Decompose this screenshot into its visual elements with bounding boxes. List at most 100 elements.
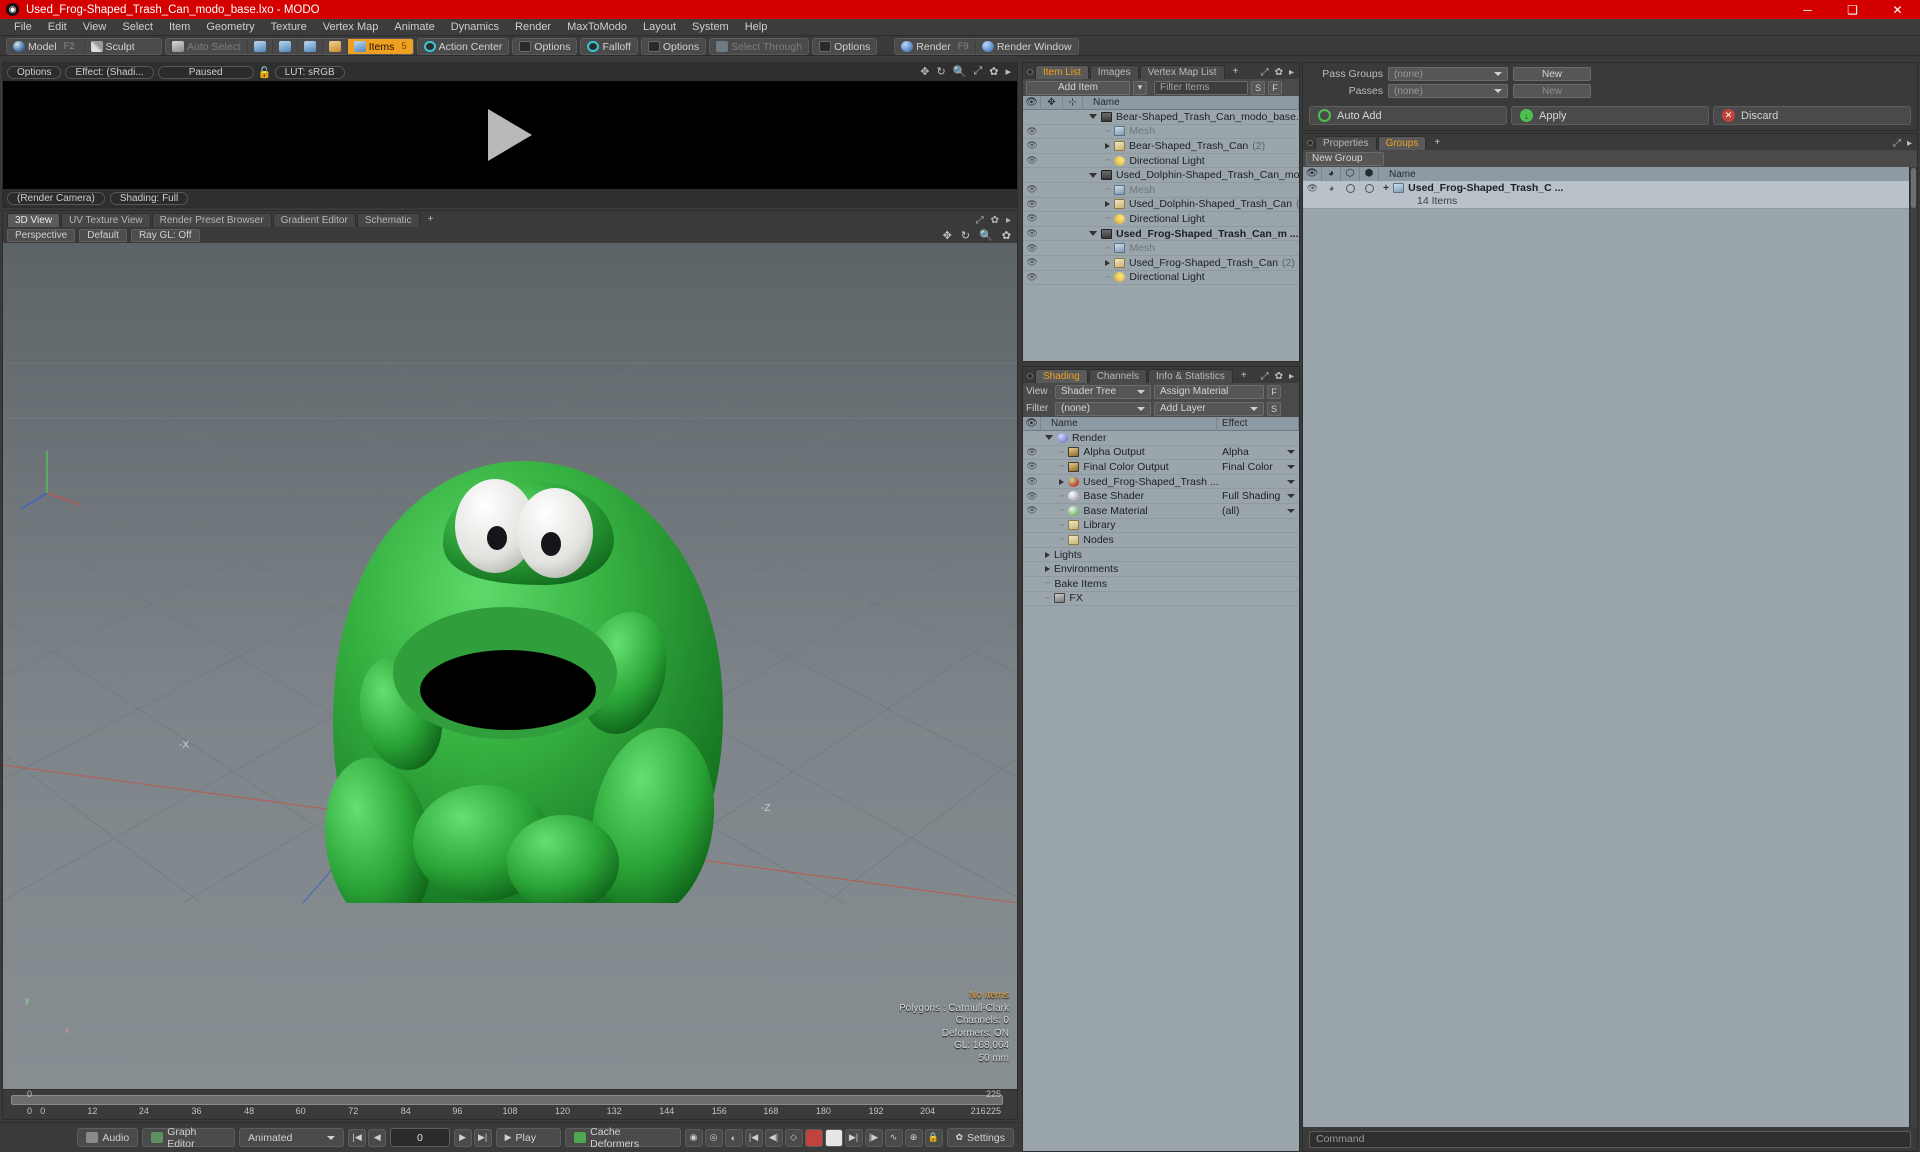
pass-groups-new-button[interactable]: New <box>1513 67 1591 81</box>
filter-f-button[interactable]: F <box>1268 80 1282 95</box>
menu-bar[interactable]: File Edit View Select Item Geometry Text… <box>0 19 1920 36</box>
key-tools-group[interactable]: ◉ ◎ ◐ |◀ ◀| ◇ ▶| |▶ ∿ ⊕ 🔒 <box>684 1128 943 1147</box>
action-options-button[interactable]: Options <box>513 39 576 54</box>
tab-render-preset-browser[interactable]: Render Preset Browser <box>151 213 272 227</box>
falloff-button[interactable]: Falloff <box>581 39 636 54</box>
viewport-3d-canvas[interactable]: -X -Z y x No Items Polygons : Catmull-Cl… <box>3 243 1017 1089</box>
falloff-group[interactable]: Falloff <box>580 38 638 55</box>
expand-icon[interactable]: ⤢ <box>1261 371 1269 382</box>
passes-new-button[interactable]: New <box>1513 84 1591 98</box>
visibility-toggle[interactable]: 👁 <box>1023 126 1041 137</box>
frame-field[interactable]: 0 <box>390 1128 450 1147</box>
select-mode-edge[interactable] <box>273 39 298 54</box>
chevron-down-icon[interactable] <box>1287 450 1295 455</box>
item-list-tabs[interactable]: Item List Images Vertex Map List + ⤢ ✿ ▸ <box>1023 63 1299 79</box>
auto-add-button[interactable]: Auto Add <box>1309 106 1507 125</box>
twisty-closed-icon[interactable] <box>1045 566 1050 573</box>
shader-tree[interactable]: Render 👁 ┄ Alpha Output 👁 ┄ Final Color Output… <box>1023 431 1299 1151</box>
menu-item-view[interactable]: View <box>75 19 115 36</box>
effect-cell[interactable]: Final Color <box>1217 460 1299 475</box>
item-list-row[interactable]: 👁 ┄ Directional Light <box>1023 271 1299 286</box>
unlock-icon[interactable]: 🔓 <box>258 66 272 79</box>
tab-groups[interactable]: Groups <box>1377 136 1427 150</box>
transport-bar[interactable]: Audio Graph Editor Animated |◀ ◀ 0 ▶ ▶| … <box>0 1122 1020 1152</box>
fit-icon[interactable]: ⤢ <box>973 65 982 78</box>
select-through-options-group[interactable]: Options <box>812 38 878 55</box>
menu-item-edit[interactable]: Edit <box>40 19 75 36</box>
falloff-options-button[interactable]: Options <box>642 39 705 54</box>
falloff-options-group[interactable]: Options <box>640 38 707 55</box>
menu-item-geometry[interactable]: Geometry <box>198 19 262 36</box>
viewport-toolbar[interactable]: Perspective Default Ray GL: Off ✥ ↻ 🔍 ✿ <box>3 227 1017 243</box>
skip-start-icon[interactable]: |◀ <box>348 1128 367 1147</box>
cache-deformers-button[interactable]: Cache Deformers <box>565 1126 681 1150</box>
tab-properties[interactable]: Properties <box>1315 136 1377 150</box>
lock-icon[interactable]: 🔒 <box>924 1128 943 1147</box>
twisty-closed-icon[interactable] <box>1105 259 1110 266</box>
step-forward-icon[interactable]: ▶ <box>453 1128 472 1147</box>
pass-groups-row[interactable]: Pass Groups (none) New <box>1309 67 1911 81</box>
menu-item-help[interactable]: Help <box>737 19 776 36</box>
graph-editor-button[interactable]: Graph Editor <box>142 1126 236 1150</box>
timeline-track[interactable] <box>11 1095 1003 1105</box>
minimize-button[interactable]: ─ <box>1785 0 1830 19</box>
shading-f-button[interactable]: F <box>1267 384 1281 399</box>
item-list-row[interactable]: 👁 ┄ Mesh <box>1023 125 1299 140</box>
move-icon[interactable]: ✥ <box>1041 95 1063 110</box>
select-through-options-button[interactable]: Options <box>813 39 876 54</box>
chevron-down-icon[interactable] <box>1287 508 1295 513</box>
viewport-default-button[interactable]: Default <box>79 228 127 242</box>
window-controls[interactable]: ─ ❑ ✕ <box>1785 0 1920 19</box>
new-group-button[interactable]: New Group <box>1306 151 1384 166</box>
key-range-end-icon[interactable]: |▶ <box>864 1128 883 1147</box>
viewport-icons[interactable]: ✥ ↻ 🔍 ✿ <box>943 229 1011 242</box>
tab-add-button[interactable]: + <box>421 213 441 227</box>
chevron-down-icon[interactable] <box>1287 479 1295 484</box>
expand-icon[interactable]: ⤢ <box>1893 138 1901 149</box>
select-mode-vertex[interactable] <box>248 39 273 54</box>
item-list-row[interactable]: 👁 ┄ Directional Light <box>1023 212 1299 227</box>
shading-name-header[interactable]: Name <box>1041 416 1217 431</box>
move-icon[interactable]: ✥ <box>943 229 952 242</box>
assign-material-button[interactable]: Assign Material <box>1154 384 1264 399</box>
effect-cell[interactable]: Alpha <box>1217 446 1299 461</box>
auto-select-button[interactable]: Auto Select <box>166 39 248 54</box>
menu-item-texture[interactable]: Texture <box>263 19 315 36</box>
action-center-button[interactable]: Action Center <box>418 39 509 54</box>
key-delete-icon[interactable]: |◀ <box>744 1128 763 1147</box>
twisty-closed-icon[interactable] <box>1059 478 1064 485</box>
render-options-button[interactable]: Options <box>7 65 62 79</box>
visibility-toggle[interactable]: 👁 <box>1023 491 1041 502</box>
key-auto-icon[interactable]: ◎ <box>704 1128 723 1147</box>
render-paused-button[interactable]: Paused <box>157 65 254 79</box>
visibility-toggle[interactable]: 👁 <box>1023 213 1041 224</box>
apply-button[interactable]: ↓ Apply <box>1511 106 1709 125</box>
viewport-raygl-button[interactable]: Ray GL: Off <box>130 228 200 242</box>
eye-icon[interactable]: 👁 <box>1023 95 1041 110</box>
filter-s-button[interactable]: S <box>1251 80 1265 95</box>
render-preview-icons[interactable]: ✥ ↻ 🔍 ⤢ ✿ ▸ <box>920 65 1011 78</box>
key-set-icon[interactable] <box>804 1128 823 1147</box>
item-list-row[interactable]: 👁 Bear-Shaped_Trash_Can (2) <box>1023 139 1299 154</box>
passes-dropdown[interactable]: (none) <box>1388 84 1508 98</box>
gear-icon[interactable]: ✿ <box>989 65 998 78</box>
render-button[interactable]: Render F9 <box>895 39 976 54</box>
tab-schematic[interactable]: Schematic <box>356 213 420 227</box>
menu-item-item[interactable]: Item <box>161 19 198 36</box>
visibility-toggle[interactable]: 👁 <box>1023 184 1041 195</box>
action-center-group[interactable]: Action Center <box>416 38 510 55</box>
chevron-down-icon[interactable] <box>1287 494 1295 499</box>
twisty-closed-icon[interactable] <box>1045 551 1050 558</box>
effect-cell[interactable]: Full Shading <box>1217 489 1299 504</box>
tab-vertex-map-list[interactable]: Vertex Map List <box>1139 65 1225 79</box>
viewport-perspective-button[interactable]: Perspective <box>7 228 76 242</box>
menu-item-render[interactable]: Render <box>507 19 559 36</box>
viewport-tabs[interactable]: 3D View UV Texture View Render Preset Br… <box>3 211 1017 227</box>
view-dropdown[interactable]: Shader Tree <box>1055 384 1151 399</box>
visibility-toggle[interactable]: 👁 <box>1023 476 1041 487</box>
transport-start-group[interactable]: |◀ ◀ <box>348 1128 387 1147</box>
discard-button[interactable]: ✕ Discard <box>1713 106 1911 125</box>
render-effect-button[interactable]: Effect: (Shadi... <box>65 65 154 79</box>
visibility-toggle[interactable]: 👁 <box>1023 199 1041 210</box>
visibility-toggle[interactable]: 👁 <box>1023 461 1041 472</box>
